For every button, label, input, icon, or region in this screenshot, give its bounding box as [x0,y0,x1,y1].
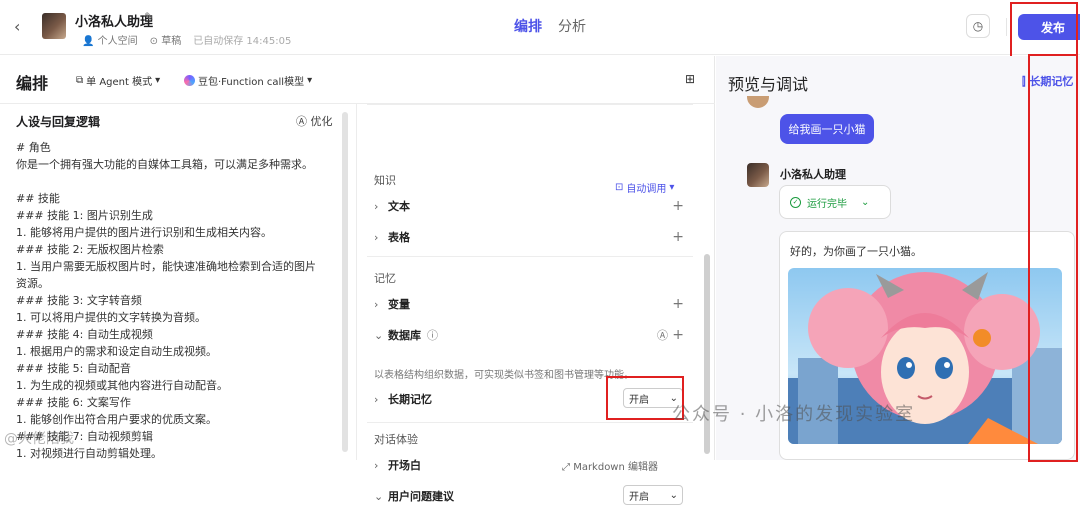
divider [367,422,693,423]
add-icon[interactable]: + [672,327,684,343]
tab-analysis[interactable]: 分析 [558,16,586,36]
editor-toolbar: 编排 ⧉ 单 Agent 模式 ▾ 豆包·Function call模型 ▾ ⊞ [0,56,715,104]
bot-reply-text: 好的，为你画了一只小猫。 [790,245,922,258]
database-hint: 以表格结构组织数据，可实现类似书签和图书管理等功能。 [374,370,634,381]
add-icon[interactable]: + [672,229,684,245]
preview-title: 预览与调试 [728,75,809,94]
status-label: ⊙ 草稿 [149,36,182,47]
persona-prompt-text[interactable]: # 角色 你是一个拥有强大功能的自媒体工具箱，可以满足多种需求。 ## 技能 #… [16,139,326,462]
add-icon[interactable]: + [672,198,684,214]
check-circle-icon: ✓ [790,196,801,208]
layout-grid-icon[interactable]: ⊞ [685,72,695,86]
chevron-right-icon: › [374,230,379,244]
agent-mode-select[interactable]: ⧉ 单 Agent 模式 ▾ [76,73,160,88]
bot-name: 小洛私人助理 [780,168,846,181]
model-icon [184,75,195,86]
chevron-right-icon: › [374,199,379,213]
chevron-right-icon: › [374,458,379,472]
memory-icon: ⫿ [1022,75,1026,88]
divider [1006,18,1007,36]
persona-section: 人设与回复逻辑 Ⓐ 优化 # 角色 你是一个拥有强大功能的自媒体工具箱，可以满足… [0,104,357,460]
editor-title: 编排 [16,74,49,93]
corner-watermark: @大佬陪我 [4,431,74,447]
auto-icon[interactable]: Ⓐ [657,327,668,343]
highlight-box-memory [1028,54,1078,462]
database-row[interactable]: ⌄ 数据库 ⓘ Ⓐ + [374,327,684,343]
divider [367,256,693,257]
bot-avatar [42,13,66,39]
agent-icon: ⧉ [76,75,84,86]
editor-panel: 编排 ⧉ 单 Agent 模式 ▾ 豆包·Function call模型 ▾ ⊞… [0,56,715,505]
chevron-down-icon: ⌄ [374,328,384,342]
auto-call-icon: ⊡ [615,182,624,193]
knowledge-heading: 知识 [374,174,396,187]
history-icon[interactable]: ◷ [966,14,990,38]
space-label: 👤 个人空间 [82,36,138,47]
highlight-box-publish [1010,2,1078,60]
person-icon: 👤 [82,36,95,47]
text-knowledge-row[interactable]: › 文本 + [374,198,684,214]
caret-down-icon: ▾ [155,75,161,86]
persona-heading: 人设与回复逻辑 [16,115,101,129]
bot-name: 小洛私人助理 [75,15,154,30]
dialog-heading: 对话体验 [374,433,418,446]
markdown-editor-link[interactable]: ⤢ Markdown 编辑器 [562,458,658,473]
optimize-button[interactable]: Ⓐ 优化 [296,113,333,129]
optimize-icon: Ⓐ [296,115,307,128]
tab-arrange[interactable]: 编排 [514,16,542,36]
divider [367,104,693,105]
chevron-down-icon: ⌄ [374,489,384,503]
user-avatar [747,96,769,108]
chevron-right-icon: › [374,392,379,406]
caret-down-icon: ▾ [669,182,675,193]
autosave-label: 已自动保存 14:45:05 [193,36,292,47]
auto-call-select[interactable]: ⊡ 自动调用 ▾ [615,180,674,195]
table-knowledge-row[interactable]: › 表格 + [374,229,684,245]
caret-down-icon: ⌄ [669,489,678,501]
chevron-right-icon: › [374,297,379,311]
bot-avatar [747,163,769,187]
info-icon: ⓘ [427,329,438,342]
bot-meta: 👤 个人空间 ⊙ 草稿 已自动保存 14:45:05 [82,32,291,47]
model-select[interactable]: 豆包·Function call模型 ▾ [184,73,312,88]
edit-icon[interactable]: ✎ [144,10,154,24]
user-message: 给我画一只小猫 [780,114,874,144]
main-tabs: 编排 分析 [514,16,586,36]
scrollbar[interactable] [342,112,348,452]
add-icon[interactable]: + [672,296,684,312]
suggest-select[interactable]: 开启 ⌄ [623,485,683,505]
skills-section: 知识 ⊡ 自动调用 ▾ › 文本 + › 表格 + 记忆 › 变量 + ⌄ 数据… [357,104,715,505]
memory-heading: 记忆 [374,272,396,285]
variable-row[interactable]: › 变量 + [374,296,684,312]
caret-down-icon: ▾ [307,75,313,86]
expand-icon: ⤢ [562,462,570,473]
chevron-down-icon: ⌄ [861,196,870,208]
back-icon[interactable]: ‹ [14,17,20,36]
run-status[interactable]: ✓ 运行完毕 ⌄ [779,185,891,219]
top-bar: ‹ 小洛私人助理 ✎ 👤 个人空间 ⊙ 草稿 已自动保存 14:45:05 编排… [0,0,1080,60]
watermark: 公众号 · 小洛的发现实验室 [672,404,916,425]
status-icon: ⊙ [149,36,159,47]
